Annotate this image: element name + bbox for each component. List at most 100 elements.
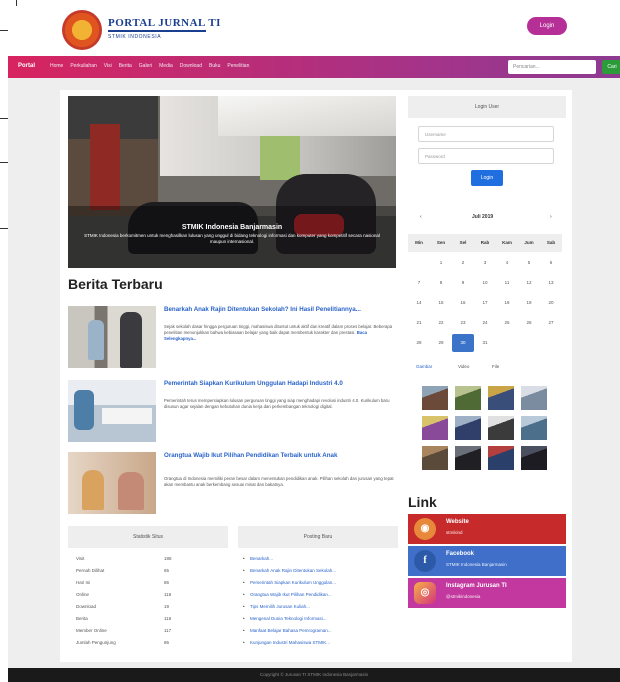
calendar-day[interactable]: 15	[430, 294, 452, 312]
calendar-day[interactable]: 10	[474, 274, 496, 292]
recent-post-link[interactable]: Benarkah Anak Rajin Ditentukan Sekolah..…	[243, 568, 336, 573]
gallery-thumbnail[interactable]	[488, 446, 514, 470]
recent-post-link[interactable]: Pemerintah Siapkan Kurikulum Unggulan...	[243, 580, 336, 585]
nav-item-galeri[interactable]: Galeri	[139, 63, 152, 69]
recent-post-link[interactable]: Manfaat Belajar Bahasa Pemrograman...	[243, 628, 332, 633]
calendar-weekday: Kam	[496, 234, 518, 252]
link-card-website[interactable]: ◉ Website stmikind	[408, 514, 566, 544]
recent-post-link[interactable]: Mengenal Dunia Teknologi Informasi...	[243, 616, 327, 621]
calendar-weekday: Sel	[452, 234, 474, 252]
calendar-day[interactable]: 27	[540, 314, 562, 332]
calendar-day[interactable]: 4	[496, 254, 518, 272]
recent-post-link[interactable]: Tips Memilih Jurusan Kuliah...	[243, 604, 310, 609]
calendar-prev-button[interactable]: ‹	[420, 214, 422, 220]
hero-slider[interactable]: STMIK Indonesia Banjarmasin STMIK Indone…	[68, 96, 396, 268]
gallery-thumbnail[interactable]	[488, 386, 514, 410]
calendar-day[interactable]: 30	[452, 334, 474, 352]
gallery-thumbnail[interactable]	[488, 416, 514, 440]
link-card-facebook[interactable]: f Facebook STMIK Indonesia Banjarmasin	[408, 546, 566, 576]
news-item[interactable]: Orangtua Wajib Ikut Pilihan Pendidikan T…	[68, 452, 396, 516]
calendar-day[interactable]: 20	[540, 294, 562, 312]
news-headline[interactable]: Benarkah Anak Rajin Ditentukan Sekolah? …	[164, 306, 396, 314]
login-button[interactable]: Login	[527, 17, 567, 35]
tab-gambar[interactable]: Gambar	[416, 364, 432, 369]
tab-file[interactable]: File	[492, 364, 499, 369]
calendar-day[interactable]: 31	[474, 334, 496, 352]
link-subtitle: stmikind	[446, 530, 463, 535]
nav-item-buku[interactable]: Buku	[209, 63, 220, 69]
calendar-day[interactable]: 19	[518, 294, 540, 312]
link-card-instagram[interactable]: ◎ Instagram Jurusan TI @stmikindonesia	[408, 578, 566, 608]
nav-item-penelitian[interactable]: Penelitian	[227, 63, 249, 69]
hero-photo-part	[90, 124, 120, 210]
nav-brand[interactable]: Portal	[18, 63, 35, 69]
calendar-day[interactable]: 14	[408, 294, 430, 312]
calendar-day[interactable]: 29	[430, 334, 452, 352]
nav-item-download[interactable]: Download	[180, 63, 202, 69]
calendar-day[interactable]: 17	[474, 294, 496, 312]
stat-value: 86	[164, 640, 170, 645]
recent-post-link[interactable]: Kunjungan Industri Mahasiswa STMIK...	[243, 640, 330, 645]
signin-button[interactable]: Login	[471, 170, 503, 186]
search-button[interactable]: Cari	[602, 60, 620, 74]
nav-item-media[interactable]: Media	[159, 63, 173, 69]
tab-video[interactable]: Video	[458, 364, 469, 369]
calendar-day[interactable]: 6	[540, 254, 562, 272]
logo-title[interactable]: PORTAL JURNAL TI	[108, 17, 221, 29]
nav-item-home[interactable]: Home	[50, 63, 63, 69]
calendar-day[interactable]: 22	[430, 314, 452, 332]
calendar-day[interactable]: 21	[408, 314, 430, 332]
stat-label: Download	[76, 604, 97, 609]
stat-value: 117	[164, 628, 172, 633]
calendar-day[interactable]: 11	[496, 274, 518, 292]
username-field[interactable]: Username	[418, 126, 554, 142]
stat-value: 118	[164, 592, 172, 597]
calendar-day[interactable]: 16	[452, 294, 474, 312]
logo-icon[interactable]	[62, 10, 102, 50]
gallery-thumbnail[interactable]	[422, 386, 448, 410]
calendar-weekday: Jum	[518, 234, 540, 252]
gallery-thumbnail[interactable]	[422, 416, 448, 440]
gallery-thumbnail[interactable]	[455, 446, 481, 470]
recent-post-link[interactable]: Orangtua Wajib Ikut Pilihan Pendidikan..…	[243, 592, 332, 597]
calendar-day[interactable]: 13	[540, 274, 562, 292]
stat-value: 65	[164, 568, 170, 573]
calendar-day[interactable]: 3	[474, 254, 496, 272]
calendar-next-button[interactable]: ›	[550, 214, 552, 220]
gallery-thumbnail[interactable]	[422, 446, 448, 470]
nav-item-berita[interactable]: Berita	[119, 63, 132, 69]
calendar-day[interactable]: 9	[452, 274, 474, 292]
hero-photo-part	[260, 136, 300, 180]
search-input[interactable]: Pencarian...	[508, 60, 596, 74]
password-field[interactable]: Password	[418, 148, 554, 164]
calendar-day[interactable]: 18	[496, 294, 518, 312]
calendar-day[interactable]: 25	[496, 314, 518, 332]
calendar-day[interactable]: 1	[430, 254, 452, 272]
calendar-day[interactable]: 12	[518, 274, 540, 292]
calendar-day[interactable]: 26	[518, 314, 540, 332]
logo-subtitle: STMIK INDONESIA	[108, 34, 162, 40]
gallery-thumbnail[interactable]	[521, 386, 547, 410]
gallery-thumbnail[interactable]	[455, 386, 481, 410]
calendar-month: Juli 2019	[472, 214, 494, 220]
nav-item-visi[interactable]: Visi	[104, 63, 112, 69]
gallery-thumbnail[interactable]	[521, 446, 547, 470]
gallery-thumbnail[interactable]	[455, 416, 481, 440]
calendar-day[interactable]: 23	[452, 314, 474, 332]
news-headline[interactable]: Orangtua Wajib Ikut Pilihan Pendidikan T…	[164, 452, 396, 460]
calendar-day[interactable]: 8	[430, 274, 452, 292]
calendar-day[interactable]: 2	[452, 254, 474, 272]
news-thumbnail[interactable]	[68, 380, 156, 442]
news-thumbnail[interactable]	[68, 452, 156, 514]
news-headline[interactable]: Pemerintah Siapkan Kurikulum Unggulan Ha…	[164, 380, 396, 388]
news-thumbnail[interactable]	[68, 306, 156, 368]
news-item[interactable]: Pemerintah Siapkan Kurikulum Unggulan Ha…	[68, 380, 396, 444]
nav-item-perkuliahan[interactable]: Perkuliahan	[70, 63, 96, 69]
recent-post-link[interactable]: Benarkah...	[243, 556, 273, 561]
calendar-day[interactable]: 24	[474, 314, 496, 332]
calendar-day[interactable]: 5	[518, 254, 540, 272]
gallery-thumbnail[interactable]	[521, 416, 547, 440]
calendar-day[interactable]: 7	[408, 274, 430, 292]
calendar-day[interactable]: 28	[408, 334, 430, 352]
news-item[interactable]: Benarkah Anak Rajin Ditentukan Sekolah? …	[68, 306, 396, 370]
